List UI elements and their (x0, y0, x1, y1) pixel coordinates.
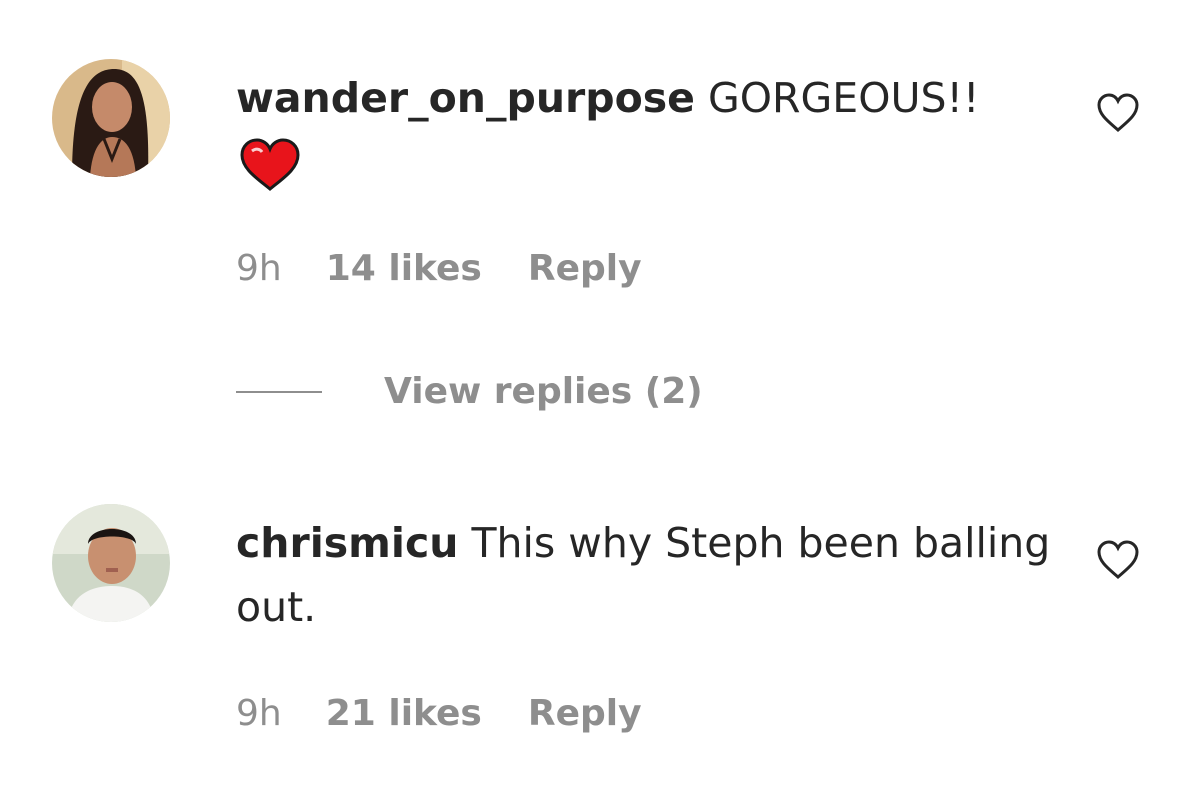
comment-likes-count[interactable]: 14 likes (326, 245, 482, 293)
reply-button[interactable]: Reply (528, 690, 642, 738)
red-heart-emoji-icon (240, 138, 300, 191)
like-button[interactable] (1095, 92, 1141, 134)
heart-outline-icon (1097, 540, 1139, 580)
comment-meta: 9h 21 likes Reply (236, 690, 642, 738)
avatar-image-chrismicu (52, 504, 170, 622)
comment-username[interactable]: wander_on_purpose (236, 74, 695, 122)
avatar[interactable] (52, 504, 170, 622)
view-replies-button[interactable]: View replies (2) (236, 368, 703, 416)
comment-meta: 9h 14 likes Reply (236, 245, 642, 293)
comment-body: wander_on_purpose GORGEOUS!! (236, 66, 1056, 194)
comment-body: chrismicu This why Steph been balling ou… (236, 511, 1056, 639)
replies-divider-line (236, 391, 322, 393)
comment-text: GORGEOUS!! (708, 74, 980, 122)
like-button[interactable] (1095, 539, 1141, 581)
comment-timestamp[interactable]: 9h (236, 245, 282, 293)
heart-outline-icon (1097, 93, 1139, 133)
comment-likes-count[interactable]: 21 likes (326, 690, 482, 738)
comment-username[interactable]: chrismicu (236, 519, 458, 567)
avatar[interactable] (52, 59, 170, 177)
reply-button[interactable]: Reply (528, 245, 642, 293)
comment-timestamp[interactable]: 9h (236, 690, 282, 738)
view-replies-label: View replies (2) (384, 371, 703, 412)
avatar-image-wander-on-purpose (52, 59, 170, 177)
